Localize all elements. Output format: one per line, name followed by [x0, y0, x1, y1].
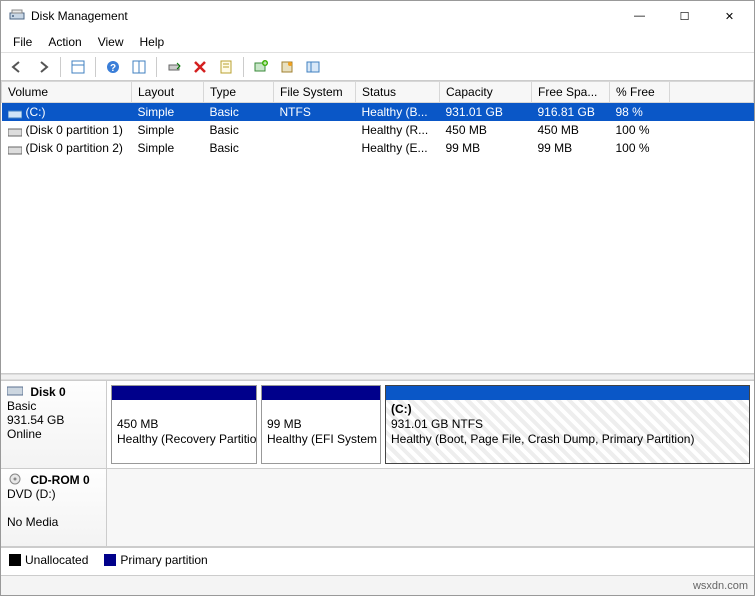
partition-size: 450 MB — [117, 417, 158, 431]
watermark: wsxdn.com — [693, 580, 748, 592]
col-volume[interactable]: Volume — [2, 82, 132, 103]
col-free-space[interactable]: Free Spa... — [532, 82, 610, 103]
legend-bar: Unallocated Primary partition — [1, 547, 754, 571]
partition-status: Healthy (EFI System — [267, 432, 377, 446]
partition-label: (C:) — [391, 402, 412, 416]
cdrom-name: CD-ROM 0 — [30, 473, 89, 487]
col-pct-free[interactable]: % Free — [610, 82, 670, 103]
partition-stripe — [386, 386, 749, 400]
toolbar-separator — [156, 57, 157, 77]
svg-text:?: ? — [110, 63, 116, 74]
disk-name: Disk 0 — [30, 385, 65, 399]
menu-view[interactable]: View — [90, 33, 132, 51]
col-filesystem[interactable]: File System — [274, 82, 356, 103]
partition-status: Healthy (Boot, Page File, Crash Dump, Pr… — [391, 432, 694, 446]
partition-status: Healthy (Recovery Partition) — [117, 432, 257, 446]
volume-row[interactable]: (Disk 0 partition 2) Simple Basic Health… — [2, 139, 754, 157]
window-title: Disk Management — [31, 9, 617, 23]
volume-row[interactable]: (C:) Simple Basic NTFS Healthy (B... 931… — [2, 103, 754, 122]
disk-map-pane: Disk 0 Basic 931.54 GB Online 450 MB Hea… — [1, 380, 754, 575]
properties-button[interactable] — [214, 55, 238, 79]
column-headers[interactable]: Volume Layout Type File System Status Ca… — [2, 82, 754, 103]
menu-action[interactable]: Action — [40, 33, 89, 51]
partition-block[interactable]: 450 MB Healthy (Recovery Partition) — [111, 385, 257, 464]
disk-row: CD-ROM 0 DVD (D:) No Media — [1, 469, 754, 547]
window-minimize-button[interactable]: — — [617, 2, 662, 30]
toolbar-separator — [95, 57, 96, 77]
partition-size: 931.01 GB NTFS — [391, 417, 483, 431]
partition-stripe — [112, 386, 256, 400]
disk-icon — [7, 385, 23, 397]
menu-help[interactable]: Help — [132, 33, 173, 51]
disk-state: Online — [7, 427, 42, 441]
cdrom-icon — [7, 473, 23, 485]
toolbar: ? + — [1, 53, 754, 81]
back-button[interactable] — [5, 55, 29, 79]
disk-management-window: Disk Management — ☐ ✕ File Action View H… — [0, 0, 755, 596]
forward-button[interactable] — [31, 55, 55, 79]
drive-icon — [8, 108, 22, 118]
partition-stripe — [262, 386, 380, 400]
partition-block[interactable]: 99 MB Healthy (EFI System — [261, 385, 381, 464]
col-layout[interactable]: Layout — [132, 82, 204, 103]
col-capacity[interactable]: Capacity — [440, 82, 532, 103]
legend-swatch-unallocated — [9, 554, 21, 566]
volume-list-pane: Volume Layout Type File System Status Ca… — [1, 81, 754, 374]
cdrom-body-empty — [107, 469, 754, 546]
cdrom-type: DVD (D:) — [7, 487, 56, 501]
cdrom-state: No Media — [7, 515, 58, 529]
app-icon — [9, 8, 25, 24]
partition-size: 99 MB — [267, 417, 302, 431]
toolbar-separator — [243, 57, 244, 77]
statusbar: wsxdn.com — [1, 575, 754, 595]
volume-row[interactable]: (Disk 0 partition 1) Simple Basic Health… — [2, 121, 754, 139]
toolbar-separator — [60, 57, 61, 77]
partition-block-selected[interactable]: (C:) 931.01 GB NTFS Healthy (Boot, Page … — [385, 385, 750, 464]
format-button[interactable] — [275, 55, 299, 79]
titlebar[interactable]: Disk Management — ☐ ✕ — [1, 1, 754, 31]
col-empty[interactable] — [670, 82, 754, 103]
col-type[interactable]: Type — [204, 82, 274, 103]
menu-file[interactable]: File — [5, 33, 40, 51]
rescan-button[interactable] — [162, 55, 186, 79]
menubar: File Action View Help — [1, 31, 754, 53]
customize-button[interactable] — [301, 55, 325, 79]
drive-icon — [8, 126, 22, 136]
window-close-button[interactable]: ✕ — [707, 2, 752, 30]
disk-header[interactable]: Disk 0 Basic 931.54 GB Online — [1, 381, 107, 468]
volume-table[interactable]: Volume Layout Type File System Status Ca… — [1, 81, 754, 157]
svg-text:+: + — [263, 60, 267, 67]
help-button[interactable]: ? — [101, 55, 125, 79]
show-tree-button[interactable] — [66, 55, 90, 79]
disk-size: 931.54 GB — [7, 413, 64, 427]
legend-swatch-primary — [104, 554, 116, 566]
disk-type: Basic — [7, 399, 36, 413]
cdrom-header[interactable]: CD-ROM 0 DVD (D:) No Media — [1, 469, 107, 546]
legend-label: Unallocated — [25, 553, 88, 567]
refresh-button[interactable] — [127, 55, 151, 79]
delete-button[interactable] — [188, 55, 212, 79]
disk-row: Disk 0 Basic 931.54 GB Online 450 MB Hea… — [1, 381, 754, 469]
drive-icon — [8, 144, 22, 154]
add-mirror-button[interactable]: + — [249, 55, 273, 79]
col-status[interactable]: Status — [356, 82, 440, 103]
window-maximize-button[interactable]: ☐ — [662, 2, 707, 30]
legend-label: Primary partition — [120, 553, 207, 567]
